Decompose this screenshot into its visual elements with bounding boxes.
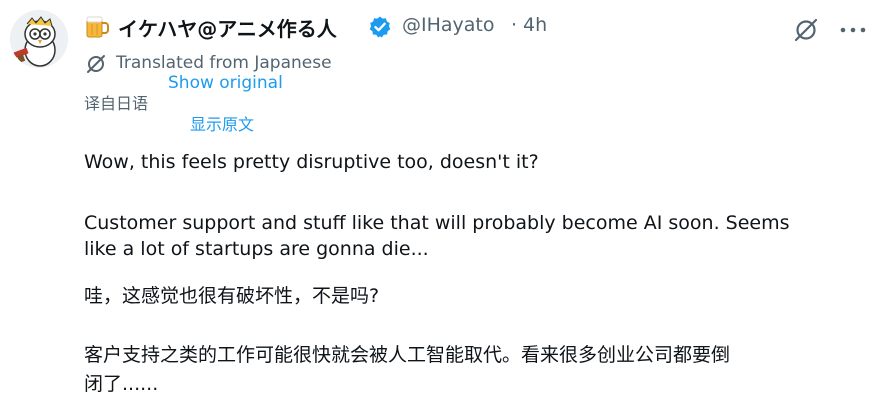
display-name[interactable]: イケハヤ@アニメ作る人 <box>118 13 337 42</box>
beer-mug-icon <box>84 14 110 44</box>
tweet-text-line-cn: 客户支持之类的工作可能很快就会被人工智能取代。看来很多创业公司都要倒 <box>84 344 731 366</box>
grok-icon[interactable] <box>792 16 820 44</box>
translated-from-label: Translated from Japanese <box>116 53 332 73</box>
tweet-text-line-cn: 哇，这感觉也很有破坏性，不是吗? <box>84 285 380 307</box>
translated-from-label-cn: 译自日语 <box>84 94 149 113</box>
verified-badge-icon <box>368 15 392 43</box>
tweet-text-line: like a lot of startups are gonna die... <box>84 238 429 260</box>
avatar[interactable] <box>10 10 68 68</box>
show-original-link[interactable]: Show original <box>168 73 283 93</box>
more-icon[interactable] <box>836 16 870 44</box>
separator-dot: · <box>511 14 518 36</box>
tweet-text-line: Wow, this feels pretty disruptive too, d… <box>84 151 539 173</box>
tweet-text-line-cn: 闭了...... <box>84 373 159 395</box>
timestamp[interactable]: 4h <box>523 14 547 36</box>
show-original-link-cn[interactable]: 显示原文 <box>190 111 254 135</box>
translate-icon <box>84 52 108 80</box>
user-handle[interactable]: @IHayato <box>402 14 495 36</box>
tweet-text-line: Customer support and stuff like that wil… <box>84 212 790 234</box>
